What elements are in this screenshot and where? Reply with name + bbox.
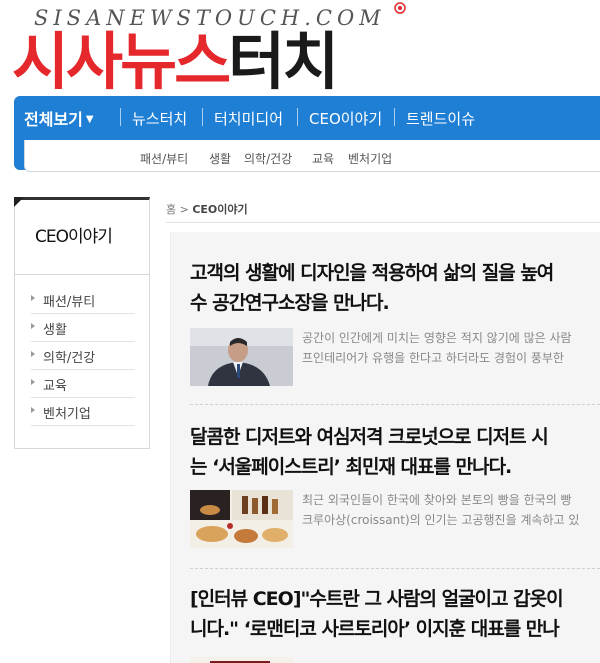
article-summary-line: 공간이 인간에게 미치는 영향은 적지 않기에 많은 사람	[302, 331, 572, 345]
caret-right-icon	[31, 407, 35, 413]
sidebar-item-medical-health[interactable]: 의학/건강	[31, 342, 135, 370]
caret-right-icon	[31, 351, 35, 357]
sub-navigation: 패션/뷰티 생활 의학/건강 교육 벤처기업	[24, 140, 600, 172]
site-name-red: 시사뉴스	[12, 25, 231, 98]
sidebar-corner-decoration	[14, 197, 24, 207]
article-item[interactable]: 달콤한 디저트와 여심저격 크로넛으로 디저트 시 는 ‘서울페이스트리’ 최민…	[190, 422, 600, 552]
article-summary-line: 프인테리어가 유행을 한다고 하더라도 경험이 풍부한	[302, 351, 564, 365]
nav-separator	[202, 108, 203, 126]
portrait-photo-icon	[190, 328, 293, 386]
site-name-black: 터치	[228, 25, 339, 98]
subnav-item-fashion-beauty[interactable]: 패션/뷰티	[140, 150, 188, 167]
sidebar-item-label: 벤처기업	[43, 407, 91, 422]
article-thumbnail[interactable]	[190, 328, 293, 386]
site-name: 시사뉴스터치	[12, 25, 339, 98]
pastry-photo-icon	[190, 490, 293, 548]
breadcrumb: 홈 > CEO이야기	[166, 201, 248, 217]
sidebar-header: CEO이야기	[14, 197, 150, 275]
sidebar-item-education[interactable]: 교육	[31, 370, 135, 398]
nav-item-newstouch[interactable]: 뉴스터치	[132, 108, 187, 129]
sidebar-item-label: 의학/건강	[43, 351, 96, 366]
chevron-down-icon: ▼	[85, 114, 94, 125]
nav-separator	[394, 108, 395, 126]
caret-right-icon	[31, 379, 35, 385]
caret-right-icon	[31, 323, 35, 329]
nav-item-ceo-story[interactable]: CEO이야기	[309, 108, 382, 129]
sidebar-menu: 패션/뷰티 생활 의학/건강 교육 벤처기업	[14, 275, 150, 449]
breadcrumb-divider	[166, 222, 600, 223]
sidebar-item-venture[interactable]: 벤처기업	[31, 398, 135, 426]
touch-pointer-icon	[394, 2, 406, 14]
breadcrumb-separator: >	[179, 203, 189, 216]
article-summary-line: 최근 외국인들이 한국에 찾아와 본토의 빵을 한국의 빵	[302, 493, 572, 507]
nav-all-label: 전체보기	[24, 110, 83, 129]
nav-item-touchmedia[interactable]: 터치미디어	[214, 108, 283, 129]
site-logo[interactable]: SISANEWSTOUCH.COM 시사뉴스터치	[0, 0, 600, 98]
breadcrumb-current: CEO이야기	[192, 203, 248, 216]
article-title-line[interactable]: [인터뷰 CEO]"수트란 그 사람의 얼굴이고 갑옷이	[190, 584, 600, 614]
breadcrumb-home-link[interactable]: 홈	[166, 203, 176, 216]
brand-logo-photo-icon	[190, 657, 293, 663]
article-title-line[interactable]: 달콤한 디저트와 여심저격 크로넛으로 디저트 시	[190, 422, 600, 452]
article-title-line[interactable]: 니다." ‘로맨티코 사르토리아’ 이지훈 대표를 만나	[190, 614, 600, 644]
nav-item-trend-issue[interactable]: 트렌드이슈	[406, 108, 475, 129]
nav-all-menu-button[interactable]: 전체보기 ▼	[24, 106, 94, 130]
main-navigation: 전체보기 ▼ 뉴스터치 터치미디어 CEO이야기 트렌드이슈	[14, 96, 600, 140]
article-thumbnail[interactable]	[190, 490, 293, 548]
subnav-item-medical-health[interactable]: 의학/건강	[244, 150, 292, 167]
article-title-line[interactable]: 수 공간연구소장을 만나다.	[190, 288, 600, 318]
subnav-item-education[interactable]: 교육	[312, 150, 334, 167]
article-item[interactable]: [인터뷰 CEO]"수트란 그 사람의 얼굴이고 갑옷이 니다." ‘로맨티코 …	[190, 584, 600, 663]
sidebar-item-label: 생활	[43, 323, 67, 338]
article-title-line[interactable]: 고객의 생활에 디자인을 적용하여 삶의 질을 높여	[190, 258, 600, 288]
sidebar-item-label: 패션/뷰티	[43, 295, 96, 310]
article-summary-line: 크루아상(croissant)의 인기는 고공행진을 계속하고 있	[302, 513, 580, 527]
nav-separator	[120, 108, 121, 126]
sidebar-title: CEO이야기	[35, 227, 113, 247]
article-title-line[interactable]: 는 ‘서울페이스트리’ 최민재 대표를 만나다.	[190, 452, 600, 482]
sidebar-item-life[interactable]: 생활	[31, 314, 135, 342]
article-divider	[190, 404, 600, 405]
nav-separator	[297, 108, 298, 126]
subnav-item-venture[interactable]: 벤처기업	[348, 150, 392, 167]
sidebar-item-label: 교육	[43, 379, 67, 394]
article-thumbnail[interactable]	[190, 654, 293, 663]
article-divider	[190, 568, 600, 569]
caret-right-icon	[31, 295, 35, 301]
sidebar-item-fashion-beauty[interactable]: 패션/뷰티	[31, 286, 135, 314]
subnav-item-life[interactable]: 생활	[209, 150, 231, 167]
article-item[interactable]: 고객의 생활에 디자인을 적용하여 삶의 질을 높여 수 공간연구소장을 만나다…	[190, 258, 600, 388]
